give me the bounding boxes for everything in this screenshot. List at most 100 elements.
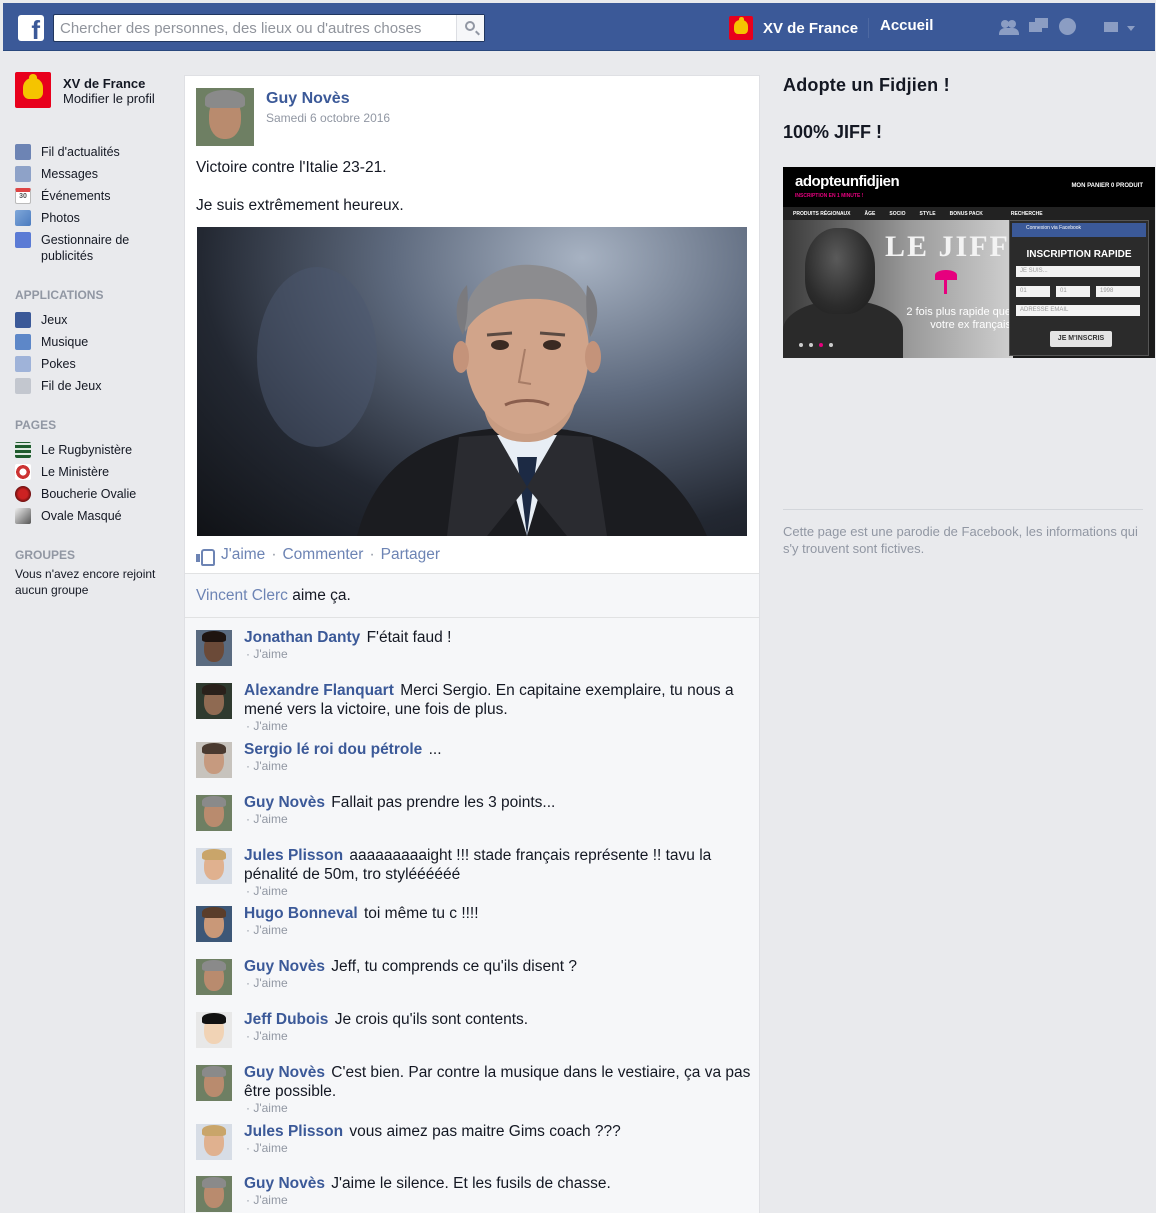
commenter-name[interactable]: Sergio lé roi dou pétrole (244, 741, 422, 758)
commenter-avatar[interactable] (196, 848, 232, 884)
post-author-avatar[interactable] (196, 88, 254, 146)
page-ministere-icon (15, 464, 31, 480)
commenter-name[interactable]: Jonathan Danty (244, 629, 360, 646)
sidebar-item-label: Jeux (41, 313, 68, 327)
groups-section-title[interactable]: GROUPES (15, 548, 180, 562)
photos-icon (15, 210, 31, 226)
sidebar-item-page[interactable]: Le Rugbynistère (15, 442, 180, 458)
calendar-icon: 30 (15, 188, 31, 204)
commenter-avatar[interactable] (196, 742, 232, 778)
commenter-name[interactable]: Jules Plisson (244, 1123, 343, 1140)
sidebar-item-game-feed[interactable]: Fil de Jeux (15, 378, 180, 394)
ad-carousel-dots (799, 343, 833, 347)
page-boucherie-icon (15, 486, 31, 502)
sidebar-item-events[interactable]: 30 Événements (15, 188, 180, 204)
sidebar-item-page[interactable]: Le Ministère (15, 464, 180, 480)
commenter-name[interactable]: Jules Plisson (244, 847, 343, 864)
comment-like-link[interactable]: · J'aime (246, 719, 751, 734)
commenter-avatar[interactable] (196, 1012, 232, 1048)
friend-requests-icon[interactable] (999, 18, 1019, 36)
facebook-logo-icon[interactable]: f (18, 15, 44, 43)
search-button[interactable] (456, 15, 484, 41)
messages-icon[interactable] (1029, 18, 1049, 36)
comment-like-link[interactable]: · J'aime (246, 884, 751, 899)
comment-button[interactable]: Commenter (282, 546, 363, 564)
commenter-avatar[interactable] (196, 959, 232, 995)
post-text-line: Victoire contre l'Italie 23-21. (196, 159, 387, 176)
apps-section-title[interactable]: APPLICATIONS (15, 288, 180, 302)
commenter-avatar[interactable] (196, 1176, 232, 1212)
sidebar-item-label: Fil de Jeux (41, 379, 102, 393)
like-thumb-icon[interactable] (196, 548, 215, 566)
sidebar-item-label: Photos (41, 211, 80, 225)
comment-like-link[interactable]: · J'aime (246, 1029, 528, 1044)
comment-like-link[interactable]: · J'aime (246, 647, 451, 662)
settings-menu-icon[interactable] (1104, 18, 1135, 36)
sidebar-item-ads-manager[interactable]: Gestionnaire de publicités (15, 232, 180, 264)
comment-like-link[interactable]: · J'aime (246, 759, 442, 774)
post-author-name[interactable]: Guy Novès (266, 90, 390, 108)
sponsored-ad-banner[interactable]: adopteunfidjien INSCRIPTION EN 1 MINUTE … (783, 167, 1155, 358)
comment-like-link[interactable]: · J'aime (246, 976, 577, 991)
action-separator: · (271, 546, 277, 563)
post-timestamp[interactable]: Samedi 6 octobre 2016 (266, 111, 390, 125)
profile-avatar (729, 16, 753, 40)
commenter-name[interactable]: Guy Novès (244, 1175, 325, 1192)
sidebar-item-label: Messages (41, 167, 98, 181)
sidebar-item-page[interactable]: Boucherie Ovalie (15, 486, 180, 502)
share-button[interactable]: Partager (381, 546, 440, 564)
search-input[interactable] (60, 18, 450, 38)
commenter-avatar[interactable] (196, 1065, 232, 1101)
sidebar-item-pokes[interactable]: Pokes (15, 356, 180, 372)
commenter-avatar[interactable] (196, 906, 232, 942)
sidebar-item-music[interactable]: Musique (15, 334, 180, 350)
comment-like-link[interactable]: · J'aime (246, 812, 555, 827)
sidebar-item-messages[interactable]: Messages (15, 166, 180, 182)
ad-title[interactable]: Adopte un Fidjien ! (783, 75, 1155, 96)
commenter-avatar[interactable] (196, 683, 232, 719)
commenter-avatar[interactable] (196, 630, 232, 666)
commenter-name[interactable]: Hugo Bonneval (244, 905, 358, 922)
like-button[interactable]: J'aime (221, 546, 265, 564)
post-text: Victoire contre l'Italie 23-21. Je suis … (196, 158, 404, 234)
comment-text: Je crois qu'ils sont contents. (334, 1011, 529, 1028)
sidebar-item-label: Le Ministère (41, 465, 110, 479)
commenter-avatar[interactable] (196, 795, 232, 831)
ad-day-select: 01 (1016, 286, 1050, 297)
ad-menu-item: PRODUITS RÉGIONAUX (793, 210, 851, 217)
post-photo[interactable] (197, 227, 747, 536)
sidebar-item-games[interactable]: Jeux (15, 312, 180, 328)
ads-manager-icon (15, 232, 31, 248)
page-rugbynistere-icon (15, 442, 31, 458)
ad-form-title: INSCRIPTION RAPIDE (1026, 249, 1132, 260)
commenter-name[interactable]: Alexandre Flanquart (244, 682, 394, 699)
comment-like-link[interactable]: · J'aime (246, 1193, 611, 1208)
liker-name[interactable]: Vincent Clerc (196, 587, 288, 604)
commenter-avatar[interactable] (196, 1124, 232, 1160)
sidebar-item-page[interactable]: Ovale Masqué (15, 508, 180, 524)
search-icon (465, 21, 475, 31)
comment-like-link[interactable]: · J'aime (246, 1141, 621, 1156)
post-header: Guy Novès Samedi 6 octobre 2016 (196, 88, 390, 146)
commenter-name[interactable]: Jeff Dubois (244, 1011, 328, 1028)
commenter-name[interactable]: Guy Novès (244, 794, 325, 811)
commenter-name[interactable]: Guy Novès (244, 1064, 325, 1081)
top-profile-name: XV de France (763, 19, 859, 37)
comment-like-link[interactable]: · J'aime (246, 923, 479, 938)
sidebar-item-photos[interactable]: Photos (15, 210, 180, 226)
pages-section-title[interactable]: PAGES (15, 418, 180, 432)
sidebar-profile-name[interactable]: XV de France (63, 76, 155, 91)
sidebar-profile[interactable]: XV de France Modifier le profil (15, 72, 180, 132)
top-separator (868, 18, 869, 38)
carousel-dot (819, 343, 823, 347)
edit-profile-link[interactable]: Modifier le profil (63, 91, 155, 106)
top-profile-link[interactable]: XV de France (729, 13, 858, 43)
comment: Hugo Bonneval toi même tu c !!!! · J'aime (196, 905, 751, 942)
home-link[interactable]: Accueil (880, 17, 933, 34)
ad-menu-item: RECHERCHE (1010, 210, 1043, 217)
sidebar-item-news-feed[interactable]: Fil d'actualités (15, 144, 180, 160)
comment-like-link[interactable]: · J'aime (246, 1101, 751, 1116)
commenter-name[interactable]: Guy Novès (244, 958, 325, 975)
notifications-globe-icon[interactable] (1059, 18, 1076, 35)
action-separator: · (369, 546, 375, 563)
